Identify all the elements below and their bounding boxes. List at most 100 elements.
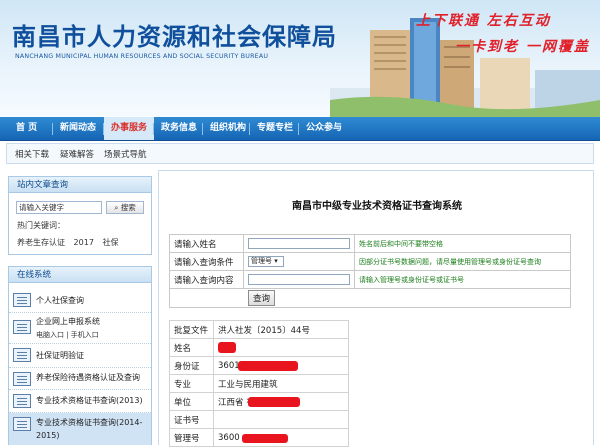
name-hint: 姓名前后和中间不要带空格 xyxy=(354,234,571,253)
subnav-downloads[interactable]: 相关下载 xyxy=(15,148,49,160)
subnav-scenario-guide[interactable]: 场景式导航 xyxy=(104,148,147,160)
pension-icon xyxy=(13,372,31,386)
name-field-cell xyxy=(243,234,355,253)
result-value: 洪人社发〔2015〕44号 xyxy=(213,320,349,339)
site-title: 南昌市人力资源和社会保障局 xyxy=(12,23,337,51)
redaction-mark xyxy=(242,434,288,443)
hot-keywords: 养老生存认证 2017 社保 xyxy=(17,237,124,248)
certificate-icon xyxy=(13,417,31,431)
search-panel: ⌕ 搜索 热门关键词： 养老生存认证 2017 社保 xyxy=(8,193,152,255)
service-label-line2: 2015) xyxy=(36,431,60,440)
query-form: 请输入姓名 姓名前后和中间不要带空格 请输入查询条件 管理号 ▾ 因部分证书号数… xyxy=(169,234,571,308)
hot-keyword[interactable]: 2017 xyxy=(74,238,94,247)
result-row: 批复文件 洪人社发〔2015〕44号 xyxy=(169,320,349,339)
redaction-mark xyxy=(218,342,236,353)
result-row: 身份证 3601 091536 xyxy=(169,356,349,375)
condition-select[interactable]: 管理号 ▾ xyxy=(248,256,284,267)
service-label: 专业技术资格证书查询(2013) xyxy=(36,396,143,405)
content-hint: 请输入管理号或身份证号或证书号 xyxy=(354,270,571,289)
result-value xyxy=(213,410,349,429)
redaction-mark xyxy=(248,397,300,407)
result-value-cell: 3600 xyxy=(213,428,349,447)
search-button-label: 搜索 xyxy=(120,203,136,212)
result-key: 管理号 xyxy=(169,428,214,447)
result-key: 单位 xyxy=(169,392,214,411)
service-label: 社保证明验证 xyxy=(36,351,84,360)
form-row-content: 请输入查询内容 请输入管理号或身份证号或证书号 xyxy=(169,270,571,289)
nav-gov-info[interactable]: 政务信息 xyxy=(154,117,204,140)
service-cert-query-2013[interactable]: 专业技术资格证书查询(2013) xyxy=(9,390,151,413)
online-systems-title: 在线系统 xyxy=(8,266,152,283)
search-panel-title: 站内文章查询 xyxy=(8,176,152,193)
condition-field-cell: 管理号 ▾ xyxy=(243,252,355,271)
slogan-line-2: 一卡到老 一网覆盖 xyxy=(455,39,590,55)
condition-select-value: 管理号 xyxy=(251,257,272,265)
result-row: 专业 工业与民用建筑 xyxy=(169,374,349,393)
name-label: 请输入姓名 xyxy=(169,234,244,253)
form-row-condition: 请输入查询条件 管理号 ▾ 因部分证书号数据问题，请尽量使用管理号或身份证号查询 xyxy=(169,252,571,271)
result-key: 证书号 xyxy=(169,410,214,429)
service-personal-insurance[interactable]: 个人社保查询 xyxy=(9,289,151,313)
service-label: 个人社保查询 xyxy=(36,296,84,305)
nav-organization[interactable]: 组织机构 xyxy=(203,117,253,140)
result-key: 专业 xyxy=(169,374,214,393)
slogan-line-1: 上下联通 左右互动 xyxy=(416,13,551,29)
subnav-faq[interactable]: 疑难解答 xyxy=(60,148,94,160)
main-nav: 首 页 新闻动态 办事服务 政务信息 组织机构 专题专栏 公众参与 xyxy=(0,117,600,141)
result-value-cell: 3601 091536 xyxy=(213,356,349,375)
certificate-icon xyxy=(13,394,31,408)
nav-news[interactable]: 新闻动态 xyxy=(53,117,103,140)
query-panel: 南昌市中级专业技术资格证书查询系统 请输入姓名 姓名前后和中间不要带空格 请输入… xyxy=(158,170,594,447)
condition-label: 请输入查询条件 xyxy=(169,252,244,271)
result-row: 证书号 xyxy=(169,410,349,429)
service-cert-query-2014-2015[interactable]: 专业技术资格证书查询(2014- 2015) xyxy=(9,413,151,445)
service-label: 专业技术资格证书查询(2014- xyxy=(36,418,143,427)
form-row-name: 请输入姓名 姓名前后和中间不要带空格 xyxy=(169,234,571,253)
nav-participation[interactable]: 公众参与 xyxy=(299,117,349,140)
service-label: 企业网上申报系统 xyxy=(36,317,100,326)
search-icon: ⌕ xyxy=(114,203,119,212)
content-input[interactable] xyxy=(248,274,350,285)
online-systems-list: 个人社保查询 企业网上申报系统 电脑入口 | 手机入口 社保证明验证 养老保险待… xyxy=(8,283,152,445)
result-key: 批复文件 xyxy=(169,320,214,339)
service-enterprise-declare[interactable]: 企业网上申报系统 电脑入口 | 手机入口 xyxy=(9,313,151,344)
page-title: 南昌市中级专业技术资格证书查询系统 xyxy=(292,201,462,212)
hot-keyword[interactable]: 社保 xyxy=(102,238,118,247)
site-header: 南昌市人力资源和社会保障局 NANCHANG MUNICIPAL HUMAN R… xyxy=(0,0,600,117)
service-certificate-verify[interactable]: 社保证明验证 xyxy=(9,344,151,368)
id-card-icon xyxy=(13,348,31,362)
result-row: 姓名 xyxy=(169,338,349,357)
query-button[interactable]: 查询 xyxy=(248,290,276,306)
submit-cell: 查询 xyxy=(169,288,571,308)
chevron-down-icon: ▾ xyxy=(274,257,278,265)
site-subtitle: NANCHANG MUNICIPAL HUMAN RESOURCES AND S… xyxy=(15,53,269,60)
condition-hint: 因部分证书号数据问题，请尽量使用管理号或身份证号查询 xyxy=(354,252,571,271)
search-button[interactable]: ⌕ 搜索 xyxy=(106,201,144,214)
result-value: 工业与民用建筑 xyxy=(213,374,349,393)
sub-nav: 相关下载 疑难解答 场景式导航 xyxy=(6,143,594,164)
computer-icon xyxy=(13,320,31,334)
nav-home[interactable]: 首 页 xyxy=(9,117,44,140)
result-row: 单位 江西省 有限公司 xyxy=(169,392,349,411)
hot-keywords-label: 热门关键词： xyxy=(17,221,65,230)
hot-keyword[interactable]: 养老生存认证 xyxy=(17,238,65,247)
redaction-mark xyxy=(238,361,298,371)
search-input[interactable] xyxy=(16,201,102,214)
result-value: 3600 xyxy=(218,432,240,443)
content-field-cell xyxy=(243,270,355,289)
result-row: 管理号 3600 xyxy=(169,428,349,447)
service-label: 养老保险待遇资格认证及查询 xyxy=(36,373,140,382)
result-table: 批复文件 洪人社发〔2015〕44号 姓名 身份证 3601 091536 专业… xyxy=(169,320,349,447)
result-value-cell xyxy=(213,338,349,357)
form-row-submit: 查询 xyxy=(169,288,571,308)
content-label: 请输入查询内容 xyxy=(169,270,244,289)
result-key: 身份证 xyxy=(169,356,214,375)
nav-topics[interactable]: 专题专栏 xyxy=(250,117,300,140)
service-pension-qualification[interactable]: 养老保险待遇资格认证及查询 xyxy=(9,368,151,390)
nav-services[interactable]: 办事服务 xyxy=(104,117,155,140)
person-card-icon xyxy=(13,293,31,307)
name-input[interactable] xyxy=(248,238,350,249)
service-entry-links[interactable]: 电脑入口 | 手机入口 xyxy=(36,330,99,340)
result-value-cell: 江西省 有限公司 xyxy=(213,392,349,411)
result-key: 姓名 xyxy=(169,338,214,357)
